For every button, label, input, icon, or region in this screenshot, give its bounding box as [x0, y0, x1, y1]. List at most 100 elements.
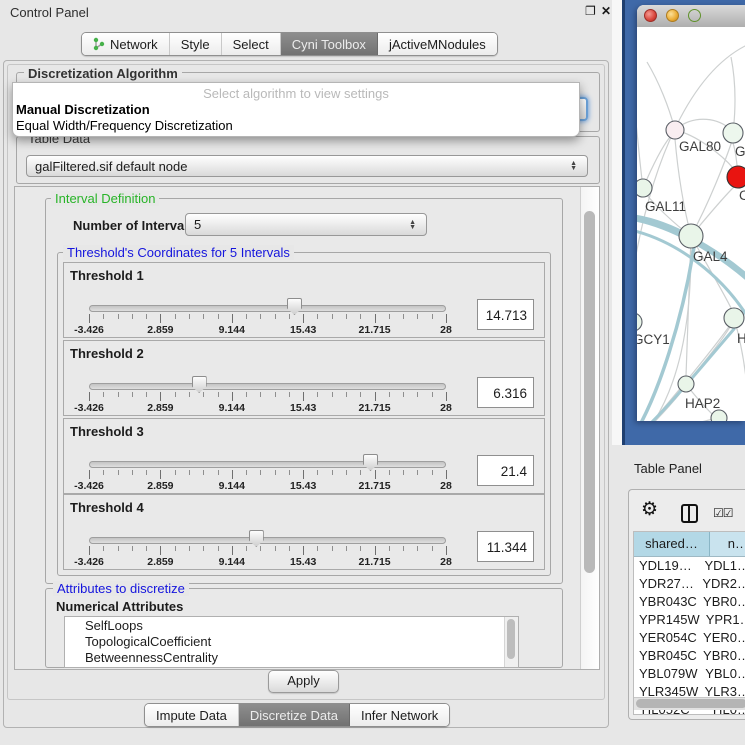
threshold-value-field[interactable]: 6.316 [477, 377, 534, 408]
slider-ticks [89, 546, 446, 556]
tick-label: -3.426 [74, 324, 104, 336]
tick-label: 9.144 [219, 324, 245, 336]
table-row[interactable]: YER054CYER0… [634, 629, 745, 647]
scrollbar-thumb[interactable] [584, 211, 595, 573]
network-canvas[interactable]: GAL80GACGAL11GAL4GCY1HHAP2 [637, 27, 745, 421]
cell-shared-name[interactable]: YPR145W [634, 611, 700, 629]
cell-shared-name[interactable]: YDR27… [634, 575, 696, 593]
tick-label: 15.43 [290, 556, 316, 568]
slider-ticks [89, 392, 446, 402]
network-node-label: H [737, 331, 745, 346]
cell-shared-name[interactable]: YER054C [634, 629, 697, 647]
zoom-traffic-light[interactable] [688, 9, 701, 22]
popup-option-manual[interactable]: Manual Discretization [16, 102, 150, 117]
bottom-tab-bar: Impute Data Discretize Data Infer Networ… [144, 703, 450, 727]
numerical-attributes-list[interactable]: SelfLoopsTopologicalCoefficientBetweenne… [64, 616, 519, 668]
threshold-value-field[interactable]: 14.713 [477, 299, 534, 330]
cell-name[interactable]: YDL1… [698, 557, 745, 575]
network-node-label: GAL80 [679, 139, 721, 154]
cell-name[interactable]: YDR2… [696, 575, 745, 593]
float-window-icon[interactable]: ❐ [585, 4, 596, 18]
table-row[interactable]: YBR043CYBR0… [634, 593, 745, 611]
gear-icon[interactable]: ⚙ [641, 498, 658, 521]
scrollbar-thumb[interactable] [507, 619, 515, 659]
slider-thumb[interactable] [192, 376, 207, 393]
network-window-titlebar[interactable] [637, 5, 745, 28]
close-traffic-light[interactable] [644, 9, 657, 22]
tab-network[interactable]: Network [82, 33, 170, 55]
cell-shared-name[interactable]: YBR043C [634, 593, 697, 611]
table-row[interactable]: YPR145WYPR1… [634, 611, 745, 629]
tab-style[interactable]: Style [170, 33, 222, 55]
panel-divider[interactable] [612, 0, 622, 445]
tab-label: Select [233, 37, 269, 52]
table-row[interactable]: YBL079WYBL0… [634, 665, 745, 683]
table-data-combo[interactable]: galFiltered.sif default node ▲▼ [26, 155, 588, 177]
cell-name[interactable]: YBR0… [697, 647, 745, 665]
network-icon [93, 37, 105, 51]
tick-label: 28 [440, 480, 452, 492]
slider-thumb[interactable] [363, 454, 378, 471]
attribute-list-item[interactable]: BetweennessCentrality [65, 650, 505, 666]
slider-track[interactable] [89, 305, 446, 312]
slider-track[interactable] [89, 461, 446, 468]
threshold-value-field[interactable]: 21.4 [477, 455, 534, 486]
tab-label: Network [110, 37, 158, 52]
tab-impute-data[interactable]: Impute Data [145, 704, 239, 726]
network-node[interactable] [711, 410, 727, 421]
close-icon[interactable]: ✕ [601, 4, 611, 18]
network-node[interactable] [678, 376, 694, 392]
attribute-list-item[interactable]: SelfLoops [65, 618, 505, 634]
cell-shared-name[interactable]: YDL19… [634, 557, 698, 575]
thresholds-group-title: Threshold's Coordinates for 5 Intervals [63, 245, 294, 260]
panel-title: Control Panel [10, 5, 89, 20]
threshold-value-field[interactable]: 11.344 [477, 531, 534, 562]
network-node[interactable] [679, 224, 703, 248]
network-node[interactable] [727, 166, 745, 188]
cell-name[interactable]: YPR1… [700, 611, 745, 629]
tab-discretize-data[interactable]: Discretize Data [239, 704, 350, 726]
minimize-traffic-light[interactable] [666, 9, 679, 22]
slider-track[interactable] [89, 537, 446, 544]
network-node[interactable] [637, 313, 642, 331]
numerical-attributes-label: Numerical Attributes [56, 599, 183, 614]
tick-label: 21.715 [359, 480, 391, 492]
cell-shared-name[interactable]: YBL079W [634, 665, 699, 683]
network-node-label: GAL11 [645, 199, 686, 214]
network-node[interactable] [724, 308, 744, 328]
table-row[interactable]: YDL19…YDL1… [634, 557, 745, 575]
split-columns-icon[interactable] [681, 504, 698, 523]
column-header-name[interactable]: n… [710, 532, 745, 556]
tick-label: 9.144 [219, 556, 245, 568]
num-intervals-combo[interactable]: 5 ▲▼ [185, 213, 427, 236]
network-node[interactable] [723, 123, 743, 143]
slider-thumb[interactable] [249, 530, 264, 547]
tick-label: 2.859 [147, 480, 173, 492]
tab-cyni-toolbox[interactable]: Cyni Toolbox [281, 33, 378, 55]
slider-track[interactable] [89, 383, 446, 390]
column-header-shared-name[interactable]: shared… [634, 532, 710, 556]
tab-infer-network[interactable]: Infer Network [350, 704, 449, 726]
list-scrollbar[interactable] [504, 617, 518, 667]
network-node[interactable] [666, 121, 684, 139]
table-row[interactable]: YBR045CYBR0… [634, 647, 745, 665]
apply-button[interactable]: Apply [268, 670, 339, 693]
slider-thumb[interactable] [287, 298, 302, 315]
cell-name[interactable]: YBR0… [697, 593, 745, 611]
cell-name[interactable]: YBL0… [699, 665, 745, 683]
stepper-icon: ▲▼ [570, 161, 579, 171]
scrollbar-thumb[interactable] [636, 699, 745, 708]
cell-name[interactable]: YER0… [697, 629, 745, 647]
tab-select[interactable]: Select [222, 33, 281, 55]
vertical-scrollbar[interactable] [580, 187, 599, 669]
table-row[interactable]: YDR27…YDR2… [634, 575, 745, 593]
table-data-value: galFiltered.sif default node [35, 159, 187, 174]
horizontal-scrollbar[interactable] [634, 697, 745, 710]
network-node-label: GCY1 [637, 332, 670, 347]
popup-option-equal-width[interactable]: Equal Width/Frequency Discretization [16, 118, 233, 133]
tab-jactivemnodules[interactable]: jActiveMNodules [378, 33, 497, 55]
checkboxes-icon[interactable]: ☑☑ [713, 506, 733, 520]
cell-shared-name[interactable]: YBR045C [634, 647, 697, 665]
network-node[interactable] [637, 179, 652, 197]
attribute-list-item[interactable]: TopologicalCoefficient [65, 634, 505, 650]
